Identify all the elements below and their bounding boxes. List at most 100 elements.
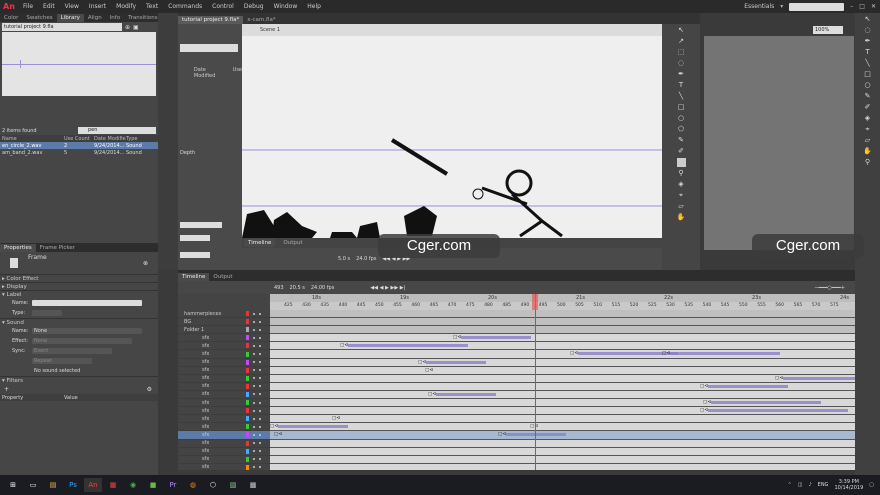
line-tool-icon[interactable]: ╲ <box>677 92 686 101</box>
visibility-dot[interactable] <box>253 393 255 396</box>
tool-strip-eraser-icon[interactable]: ▱ <box>863 136 872 145</box>
add-filter-icon[interactable]: + <box>4 386 9 393</box>
visibility-dot[interactable] <box>253 466 255 469</box>
nested-field-1[interactable] <box>180 222 222 228</box>
media-icon[interactable]: ▦ <box>104 478 122 492</box>
layer-track[interactable]: □⊲ <box>270 391 855 400</box>
visibility-dot[interactable] <box>253 433 255 436</box>
visibility-dot[interactable] <box>253 369 255 372</box>
tab-swatches[interactable]: Swatches <box>22 14 56 22</box>
task-view-icon[interactable]: ▭ <box>24 478 42 492</box>
pencil-tool-icon[interactable]: ✎ <box>677 136 686 145</box>
lock-dot[interactable] <box>259 328 261 331</box>
layer-color-swatch[interactable] <box>246 432 249 438</box>
tool-strip-eyedropper-icon[interactable]: ⌖ <box>863 125 872 134</box>
layer-row[interactable]: sfx <box>178 342 270 351</box>
menu-insert[interactable]: Insert <box>84 3 111 10</box>
gear-icon[interactable]: ⚙ <box>147 386 158 393</box>
library-row[interactable]: en_circle_2.wav 2 9/24/2014... Sound <box>0 142 158 149</box>
layer-track[interactable]: □⊲ <box>270 375 855 383</box>
windows-start-icon[interactable]: ⊞ <box>4 478 22 492</box>
tool-strip-hand-icon[interactable]: ✋ <box>863 147 872 156</box>
layer-track[interactable] <box>270 318 855 327</box>
tool-strip-zoom-icon[interactable]: ⚲ <box>863 158 872 167</box>
lasso-tool-icon[interactable]: ◌ <box>677 59 686 68</box>
sound-name-select[interactable]: None <box>32 328 142 334</box>
visibility-dot[interactable] <box>253 312 255 315</box>
layer-track[interactable]: □⊲□⊲ <box>270 423 855 432</box>
poly-tool-icon[interactable]: ⬠ <box>677 125 686 134</box>
layer-color-swatch[interactable] <box>246 440 249 446</box>
paint-bucket-icon[interactable]: ◈ <box>677 180 686 189</box>
layer-track[interactable]: □⊲ <box>270 359 855 367</box>
visibility-dot[interactable] <box>253 353 255 356</box>
keyframe-marker[interactable]: □⊲ <box>775 376 783 381</box>
library-search-input[interactable]: pen <box>78 127 156 134</box>
nested-search-input[interactable] <box>180 44 238 52</box>
notification-icon[interactable]: ▢ <box>869 482 874 488</box>
effect-select[interactable]: None <box>32 338 132 344</box>
oval-tool-icon[interactable]: ○ <box>677 114 686 123</box>
tab-transitions[interactable]: Transitions <box>124 14 161 22</box>
lock-dot[interactable] <box>259 377 261 380</box>
menu-modify[interactable]: Modify <box>111 3 141 10</box>
menu-debug[interactable]: Debug <box>239 3 269 10</box>
visibility-dot[interactable] <box>253 401 255 404</box>
tool-strip-text-icon[interactable]: T <box>863 48 872 57</box>
sync-select[interactable]: Event <box>32 348 112 354</box>
unity-icon[interactable]: ⬡ <box>204 478 222 492</box>
section-display[interactable]: ▸ Display <box>0 282 158 290</box>
layer-row[interactable]: sfx <box>178 391 270 400</box>
keyframe-marker[interactable]: □⊲ <box>425 368 433 373</box>
keyframe-marker[interactable]: □⊲ <box>570 351 578 356</box>
lock-dot[interactable] <box>259 466 261 469</box>
doc-tab-tutorial[interactable]: tutorial project 9.fla* <box>178 16 244 24</box>
chrome-icon[interactable]: ◉ <box>124 478 142 492</box>
visibility-dot[interactable] <box>253 336 255 339</box>
subselect-tool-icon[interactable]: ↗ <box>677 37 686 46</box>
lock-dot[interactable] <box>259 312 261 315</box>
col-date[interactable]: Date Modified <box>94 136 126 142</box>
layer-row[interactable]: sfx <box>178 464 270 472</box>
lock-dot[interactable] <box>259 417 261 420</box>
layer-row[interactable]: hammerpieces <box>178 310 270 319</box>
layer-row[interactable]: sfx <box>178 359 270 367</box>
visibility-dot[interactable] <box>253 344 255 347</box>
layer-row[interactable]: sfx <box>178 448 270 456</box>
tool-strip-line-icon[interactable]: ╲ <box>863 59 872 68</box>
layer-track[interactable]: □⊲□⊲ <box>270 431 855 440</box>
visibility-dot[interactable] <box>253 442 255 445</box>
text-tool-icon[interactable]: T <box>677 81 686 90</box>
layer-row[interactable]: BG <box>178 318 270 327</box>
menu-window[interactable]: Window <box>269 3 303 10</box>
keyframe-marker[interactable]: □⊲ <box>498 432 506 437</box>
bone-tool-icon[interactable]: ⚲ <box>677 169 686 178</box>
menu-view[interactable]: View <box>60 3 84 10</box>
clock[interactable]: 3:39 PM 10/14/2019 <box>834 479 863 491</box>
layer-color-swatch[interactable] <box>246 464 249 470</box>
layer-color-swatch[interactable] <box>246 311 249 317</box>
section-sound[interactable]: ▾ Sound <box>0 318 158 326</box>
tool-strip-rect-icon[interactable]: □ <box>863 70 872 79</box>
tool-strip-pen-icon[interactable]: ✒ <box>863 37 872 46</box>
tab-align[interactable]: Align <box>84 14 106 22</box>
selection-tool-icon[interactable]: ↖ <box>677 26 686 35</box>
keyframe-marker[interactable]: □⊲ <box>340 343 348 348</box>
keyframe-marker[interactable]: □⊲ <box>700 408 708 413</box>
inner-tab-output[interactable]: Output <box>279 239 306 247</box>
col-type[interactable]: Type <box>126 136 146 142</box>
section-color-effect[interactable]: ▸ Color Effect <box>0 274 158 282</box>
stage[interactable] <box>242 36 662 238</box>
frame-grid[interactable]: 18s 19s 20s 21s 22s 23s 24s 425 430 435 440 445 450… <box>270 294 855 470</box>
visibility-dot[interactable] <box>253 409 255 412</box>
layer-row[interactable]: sfx <box>178 399 270 408</box>
layer-row[interactable]: sfx <box>178 423 270 432</box>
menu-commands[interactable]: Commands <box>163 3 207 10</box>
lock-dot[interactable] <box>259 361 261 364</box>
tool-strip-oval-icon[interactable]: ○ <box>863 81 872 90</box>
lock-dot[interactable] <box>259 393 261 396</box>
inner-tab-timeline[interactable]: Timeline <box>244 239 276 247</box>
firefox-icon[interactable]: ◍ <box>184 478 202 492</box>
visibility-dot[interactable] <box>253 377 255 380</box>
tab-color[interactable]: Color <box>0 14 22 22</box>
